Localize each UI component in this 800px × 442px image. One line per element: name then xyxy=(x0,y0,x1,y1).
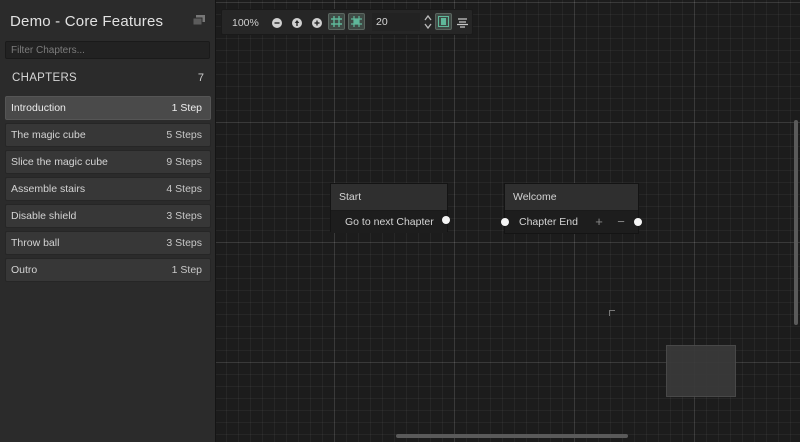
chapter-step-count: 9 Steps xyxy=(166,156,202,168)
chapter-end-label: Chapter End xyxy=(519,216,578,228)
chapter-item-the-magic-cube[interactable]: The magic cube 5 Steps xyxy=(5,123,211,147)
chapter-list: Introduction 1 Step The magic cube 5 Ste… xyxy=(5,96,211,285)
remove-transition-button[interactable]: − xyxy=(614,215,628,229)
chapters-count: 7 xyxy=(197,72,204,84)
chapter-item-slice-the-magic-cube[interactable]: Slice the magic cube 9 Steps xyxy=(5,150,211,174)
chapter-name: The magic cube xyxy=(11,129,86,141)
chapter-item-disable-shield[interactable]: Disable shield 3 Steps xyxy=(5,204,211,228)
chapter-name: Introduction xyxy=(11,102,66,114)
chapter-item-throw-ball[interactable]: Throw ball 3 Steps xyxy=(5,231,211,255)
start-node[interactable]: Start Go to next Chapter xyxy=(330,183,448,233)
chapters-heading: CHAPTERS xyxy=(12,72,78,84)
horizontal-scrollbar[interactable] xyxy=(396,434,628,438)
grid-toggle-icon[interactable] xyxy=(328,13,345,30)
chapter-item-assemble-stairs[interactable]: Assemble stairs 4 Steps xyxy=(5,177,211,201)
filter-chapters-input[interactable] xyxy=(5,41,210,59)
zoom-out-icon[interactable] xyxy=(272,18,282,28)
align-icon[interactable] xyxy=(455,15,469,29)
chapter-step-count: 5 Steps xyxy=(166,129,202,141)
chapter-step-count: 1 Step xyxy=(171,264,202,276)
add-transition-button[interactable]: + xyxy=(592,215,606,229)
chapters-sidebar: Demo - Core Features CHAPTERS 7 Introduc… xyxy=(0,0,216,442)
chapter-name: Slice the magic cube xyxy=(11,156,108,168)
chapter-step-count: 3 Steps xyxy=(166,237,202,249)
minimap[interactable] xyxy=(666,345,736,397)
grid-snap-input[interactable] xyxy=(372,13,420,31)
vertical-scrollbar[interactable] xyxy=(794,120,798,325)
sidebar-header: Demo - Core Features xyxy=(0,0,215,40)
graph-toolbar: 100% xyxy=(221,9,473,35)
spinner-icon[interactable] xyxy=(424,13,432,31)
zoom-level: 100% xyxy=(232,17,259,29)
start-output-port[interactable] xyxy=(442,216,450,224)
chapter-name: Throw ball xyxy=(11,237,60,249)
snap-toggle-icon[interactable] xyxy=(348,13,365,30)
graph-canvas[interactable]: 100% 20 Start Go to next Chapter Welcome… xyxy=(216,0,800,442)
chapter-step-count: 1 Step xyxy=(171,102,202,114)
minimap-toggle-icon[interactable] xyxy=(435,13,452,30)
chapter-item-introduction[interactable]: Introduction 1 Step xyxy=(5,96,211,120)
chapter-name: Disable shield xyxy=(11,210,77,222)
welcome-node-header[interactable]: Welcome xyxy=(505,184,638,211)
welcome-step-node[interactable]: Welcome Chapter End + − xyxy=(504,183,639,234)
course-title: Demo - Core Features xyxy=(10,13,164,30)
reset-zoom-icon[interactable] xyxy=(292,18,302,28)
collapse-panel-icon[interactable] xyxy=(192,15,205,26)
go-to-next-chapter-label: Go to next Chapter xyxy=(345,216,434,228)
start-node-output-row: Go to next Chapter xyxy=(331,211,447,233)
welcome-input-port[interactable] xyxy=(501,218,509,226)
chapter-step-count: 4 Steps xyxy=(166,183,202,195)
zoom-in-icon[interactable] xyxy=(312,18,322,28)
selection-corner-marker xyxy=(609,310,615,316)
start-node-title: Start xyxy=(339,191,362,203)
chapter-name: Outro xyxy=(11,264,38,276)
chapter-item-outro[interactable]: Outro 1 Step xyxy=(5,258,211,282)
welcome-output-port[interactable] xyxy=(634,218,642,226)
chapter-step-count: 3 Steps xyxy=(166,210,202,222)
start-node-header[interactable]: Start xyxy=(331,184,447,211)
welcome-node-title: Welcome xyxy=(513,191,557,203)
chapters-section-header: CHAPTERS 7 xyxy=(12,72,204,86)
welcome-transition-row: Chapter End + − xyxy=(505,211,638,233)
chapter-name: Assemble stairs xyxy=(11,183,86,195)
